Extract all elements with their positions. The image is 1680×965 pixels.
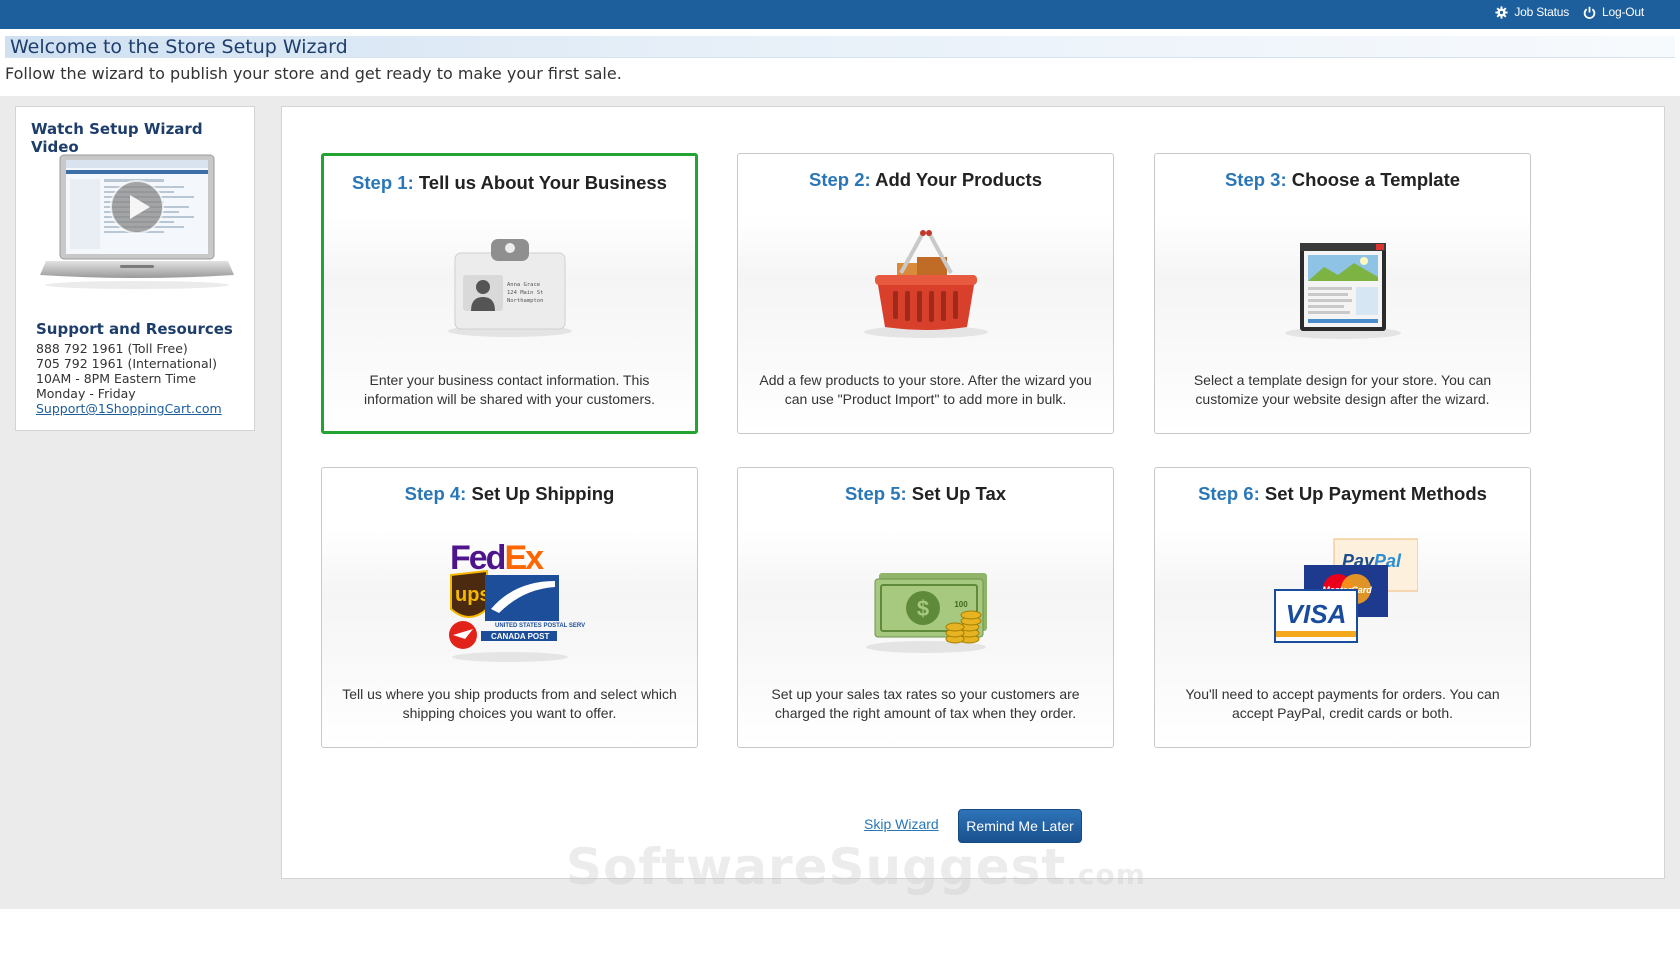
step-6-card[interactable]: Step 6: Set Up Payment Methods PayPal Ma…	[1154, 467, 1531, 748]
step-3-title: Step 3: Choose a Template	[1155, 169, 1530, 191]
top-bar: Job Status Log-Out	[0, 0, 1680, 29]
step-5-title: Step 5: Set Up Tax	[738, 483, 1113, 505]
support-hours: 10AM - 8PM Eastern Time	[36, 371, 197, 386]
step-1-card[interactable]: Step 1: Tell us About Your Business Anna…	[321, 153, 698, 434]
laptop-video-icon[interactable]	[38, 151, 236, 293]
logout-label: Log-Out	[1602, 5, 1644, 19]
wizard-panel: Step 1: Tell us About Your Business Anna…	[281, 106, 1665, 879]
step-4-description: Tell us where you ship products from and…	[342, 686, 677, 721]
page-subtitle: Follow the wizard to publish your store …	[5, 64, 622, 83]
step-5-card[interactable]: Step 5: Set Up Tax $ 100 Set up your sal…	[737, 467, 1114, 748]
watermark-text: SoftwareSuggest	[566, 838, 1067, 896]
step-2-title: Step 2: Add Your Products	[738, 169, 1113, 191]
watermark-suffix: .com	[1066, 858, 1146, 891]
step-3-card[interactable]: Step 3: Choose a Template Select a templ…	[1154, 153, 1531, 434]
payment-cards-icon: PayPal MasterCard VISA	[1273, 538, 1418, 643]
step-label: Set Up Payment Methods	[1264, 483, 1487, 504]
business-card-icon: Anna Grace 124 Main St Northampton	[447, 239, 572, 337]
step-label: Add Your Products	[875, 169, 1042, 190]
support-email-link[interactable]: Support@1ShoppingCart.com	[36, 401, 222, 416]
job-status-label: Job Status	[1514, 5, 1570, 19]
support-info: 888 792 1961 (Toll Free) 705 792 1961 (I…	[36, 341, 222, 416]
logout-link[interactable]: Log-Out	[1583, 5, 1644, 19]
top-bar-links: Job Status Log-Out	[1495, 5, 1644, 19]
step-number: Step 5:	[844, 483, 907, 504]
step-label: Tell us About Your Business	[418, 172, 667, 193]
step-1-description: Enter your business contact information.…	[363, 372, 655, 407]
step-number: Step 3:	[1224, 169, 1287, 190]
sidebar: Watch Setup Wizard Video Support and Res…	[15, 106, 255, 431]
step-2-description: Add a few products to your store. After …	[759, 372, 1092, 407]
step-number: Step 2:	[808, 169, 871, 190]
website-template-icon	[1284, 243, 1401, 339]
page-title: Welcome to the Store Setup Wizard	[10, 36, 348, 58]
card-line-3: Northampton	[507, 298, 543, 304]
content-area: Watch Setup Wizard Video Support and Res…	[0, 96, 1680, 909]
step-number: Step 4:	[404, 483, 467, 504]
visa-logo: VISA	[1285, 599, 1346, 629]
skip-wizard-link[interactable]: Skip Wizard	[864, 816, 939, 832]
card-line-2: 124 Main St	[507, 290, 543, 296]
phone-toll-free: 888 792 1961 (Toll Free)	[36, 341, 188, 356]
page-title-band: Welcome to the Store Setup Wizard	[5, 36, 1675, 58]
usps-logo: UNITED STATES POSTAL SERVICE	[495, 623, 585, 629]
watermark: SoftwareSuggest.com	[566, 838, 1146, 896]
gear-icon	[1495, 5, 1508, 19]
step-2-card[interactable]: Step 2: Add Your Products Add a few prod…	[737, 153, 1114, 434]
step-1-title: Step 1: Tell us About Your Business	[324, 172, 695, 194]
job-status-link[interactable]: Job Status	[1495, 5, 1569, 19]
step-number: Step 1:	[352, 172, 414, 193]
phone-international: 705 792 1961 (International)	[36, 356, 217, 371]
step-6-description: You'll need to accept payments for order…	[1185, 686, 1500, 721]
bill-label: 100	[954, 600, 968, 609]
step-number: Step 6:	[1198, 483, 1260, 504]
card-line-1: Anna Grace	[507, 282, 540, 288]
step-label: Choose a Template	[1291, 169, 1461, 190]
step-4-title: Step 4: Set Up Shipping	[322, 483, 697, 505]
step-label: Set Up Tax	[911, 483, 1007, 504]
power-icon	[1583, 6, 1596, 19]
step-5-description: Set up your sales tax rates so your cust…	[771, 686, 1080, 721]
fedex-logo: FedEx	[450, 539, 544, 577]
money-stack-icon: $ 100	[865, 573, 987, 653]
canada-post-logo: CANADA POST	[491, 632, 549, 641]
shipping-carriers-icon: FedEx ups UNITED STATES POSTAL SERVICE C…	[448, 539, 585, 662]
step-6-title: Step 6: Set Up Payment Methods	[1155, 483, 1530, 505]
step-label: Set Up Shipping	[471, 483, 615, 504]
support-title: Support and Resources	[36, 320, 233, 338]
support-days: Monday - Friday	[36, 386, 136, 401]
shopping-basket-icon	[863, 230, 988, 338]
step-3-description: Select a template design for your store.…	[1193, 372, 1492, 407]
svg-text:$: $	[916, 596, 928, 621]
step-4-card[interactable]: Step 4: Set Up Shipping FedEx ups UNITED…	[321, 467, 698, 748]
